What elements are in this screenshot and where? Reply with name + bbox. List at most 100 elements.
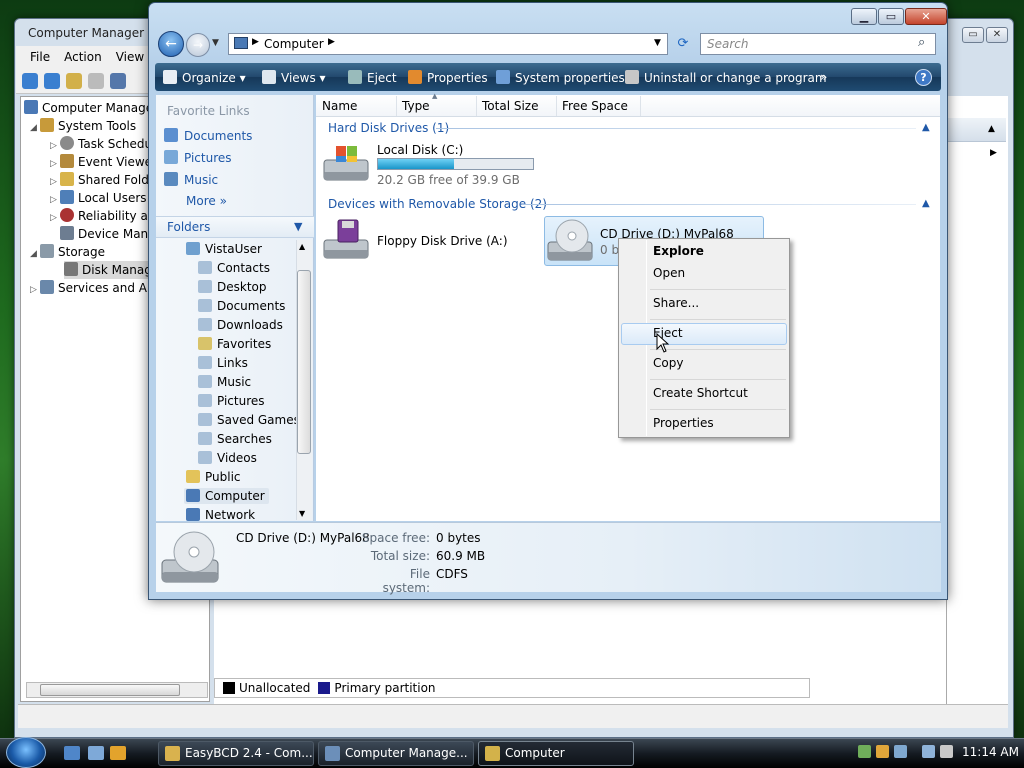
column-name[interactable]: Name xyxy=(322,99,357,113)
uninstall-program-button[interactable]: Uninstall or change a program xyxy=(625,70,827,85)
cm-menu-view[interactable]: View xyxy=(116,46,144,68)
back-button[interactable]: ← xyxy=(158,31,184,57)
favorite-music[interactable]: Music xyxy=(164,172,218,187)
folder-downloads[interactable]: Downloads xyxy=(198,318,283,332)
floppy-drive-name[interactable]: Floppy Disk Drive (A:) xyxy=(377,234,508,248)
tree-item-shared-folders[interactable]: ▷ Shared Fold xyxy=(50,171,149,189)
cm-restore-button[interactable]: ▭ xyxy=(962,27,984,43)
collapse-up-icon[interactable]: ▲ xyxy=(988,124,995,134)
cd-drive-icon[interactable] xyxy=(546,218,596,264)
folders-label[interactable]: Folders xyxy=(167,220,210,234)
cm-actions-header[interactable] xyxy=(946,118,1006,142)
tree-item-task-scheduler[interactable]: ▷ Task Schedu xyxy=(50,135,152,153)
folder-public[interactable]: Public xyxy=(186,470,241,484)
collapse-group-icon[interactable]: ▲ xyxy=(922,198,930,209)
tray-security-icon[interactable] xyxy=(876,745,889,758)
tray-volume-icon[interactable] xyxy=(940,745,953,758)
collapse-icon[interactable]: ◢ xyxy=(30,245,40,263)
forward-icon[interactable] xyxy=(44,73,60,89)
menu-item-explore[interactable]: Explore xyxy=(653,244,704,258)
address-dropdown-icon[interactable]: ▼ xyxy=(654,38,661,48)
system-properties-button[interactable]: System properties xyxy=(496,70,625,85)
hard-drive-icon[interactable] xyxy=(322,142,372,186)
tray-connection-icon[interactable] xyxy=(922,745,935,758)
breadcrumb-arrow-icon[interactable]: ▶ xyxy=(252,37,259,47)
cm-menu-action[interactable]: Action xyxy=(64,46,102,68)
task-easybcd[interactable]: EasyBCD 2.4 - Com... xyxy=(158,741,314,766)
eject-button[interactable]: Eject xyxy=(348,70,397,85)
tree-item-computer-management[interactable]: Computer Manage xyxy=(24,99,153,117)
search-icon[interactable]: ⌕ xyxy=(918,35,925,50)
column-free-space[interactable]: Free Space xyxy=(562,99,628,113)
folder-saved-games[interactable]: Saved Games xyxy=(198,413,300,427)
scroll-up-icon[interactable]: ▲ xyxy=(299,242,305,251)
favorite-documents[interactable]: Documents xyxy=(164,128,252,143)
group-removable-storage[interactable]: Devices with Removable Storage (2) xyxy=(328,197,547,211)
floppy-drive-icon[interactable] xyxy=(322,218,372,262)
show-hide-tree-icon[interactable] xyxy=(88,73,104,89)
scroll-down-icon[interactable]: ▼ xyxy=(299,509,305,518)
column-type[interactable]: Type xyxy=(402,99,430,113)
media-player-icon[interactable] xyxy=(110,746,126,760)
folder-videos[interactable]: Videos xyxy=(198,451,257,465)
organize-button[interactable]: Organize ▾ xyxy=(163,70,246,85)
switch-windows-icon[interactable] xyxy=(88,746,104,760)
folder-documents[interactable]: Documents xyxy=(198,299,285,313)
help-button[interactable]: ? xyxy=(915,69,932,86)
collapse-icon[interactable]: ◢ xyxy=(30,119,40,137)
collapse-group-icon[interactable]: ▲ xyxy=(922,122,930,133)
views-button[interactable]: Views ▾ xyxy=(262,70,326,85)
menu-item-create-shortcut[interactable]: Create Shortcut xyxy=(653,386,748,400)
properties-button[interactable]: Properties xyxy=(408,70,488,85)
folder-desktop[interactable]: Desktop xyxy=(198,280,267,294)
help-icon[interactable] xyxy=(110,73,126,89)
show-desktop-icon[interactable] xyxy=(64,746,80,760)
menu-item-copy[interactable]: Copy xyxy=(653,356,683,370)
history-dropdown-icon[interactable]: ▼ xyxy=(212,38,219,48)
tree-item-device-manager[interactable]: Device Man xyxy=(60,225,148,243)
more-links[interactable]: More » xyxy=(186,194,227,208)
tree-item-storage[interactable]: ◢ Storage xyxy=(30,243,105,261)
folder-searches[interactable]: Searches xyxy=(198,432,272,446)
column-total-size[interactable]: Total Size xyxy=(482,99,538,113)
folder-favorites[interactable]: Favorites xyxy=(198,337,271,351)
breadcrumb-arrow-icon[interactable]: ▶ xyxy=(328,37,335,47)
tray-app-icon[interactable] xyxy=(894,745,907,758)
clock[interactable]: 11:14 AM xyxy=(962,745,1019,759)
local-disk-name[interactable]: Local Disk (C:) xyxy=(377,143,463,157)
group-hard-disk-drives[interactable]: Hard Disk Drives (1) xyxy=(328,121,449,135)
folder-contacts[interactable]: Contacts xyxy=(198,261,270,275)
forward-button[interactable]: → xyxy=(186,33,210,57)
expand-icon[interactable]: ▷ xyxy=(50,209,60,227)
menu-item-share[interactable]: Share... xyxy=(653,296,699,310)
close-button[interactable]: ✕ xyxy=(905,8,947,25)
menu-item-open[interactable]: Open xyxy=(653,266,685,280)
favorite-pictures[interactable]: Pictures xyxy=(164,150,232,165)
cm-scroll-thumb[interactable] xyxy=(40,684,180,696)
tree-item-reliability[interactable]: ▷ Reliability ar xyxy=(50,207,153,225)
folder-links[interactable]: Links xyxy=(198,356,248,370)
refresh-button[interactable]: ⟳ xyxy=(672,33,694,55)
expand-icon[interactable]: ▷ xyxy=(30,281,40,299)
folder-computer[interactable]: Computer xyxy=(184,488,269,504)
chevron-right-icon[interactable]: ▶ xyxy=(990,148,997,158)
start-button[interactable] xyxy=(6,737,46,768)
folder-pictures[interactable]: Pictures xyxy=(198,394,265,408)
folder-vistauser[interactable]: VistaUser xyxy=(186,242,262,256)
task-computer[interactable]: Computer xyxy=(478,741,634,766)
tree-item-event-viewer[interactable]: ▷ Event Viewe xyxy=(50,153,152,171)
command-overflow-button[interactable]: » xyxy=(820,70,827,84)
chevron-down-icon[interactable]: ▼ xyxy=(294,220,302,233)
tree-item-services[interactable]: ▷ Services and Ap xyxy=(30,279,155,297)
tray-network-icon[interactable] xyxy=(858,745,871,758)
menu-item-properties[interactable]: Properties xyxy=(653,416,714,430)
tree-item-disk-management[interactable]: Disk Manag xyxy=(64,261,158,279)
back-icon[interactable] xyxy=(22,73,38,89)
minimize-button[interactable]: ▁ xyxy=(851,8,877,25)
navigation-scroll-thumb[interactable] xyxy=(297,270,311,454)
breadcrumb-computer[interactable]: Computer xyxy=(264,37,324,51)
cm-close-button[interactable]: ✕ xyxy=(986,27,1008,43)
tree-item-system-tools[interactable]: ◢ System Tools xyxy=(30,117,136,135)
up-folder-icon[interactable] xyxy=(66,73,82,89)
cm-menu-file[interactable]: File xyxy=(30,46,50,68)
